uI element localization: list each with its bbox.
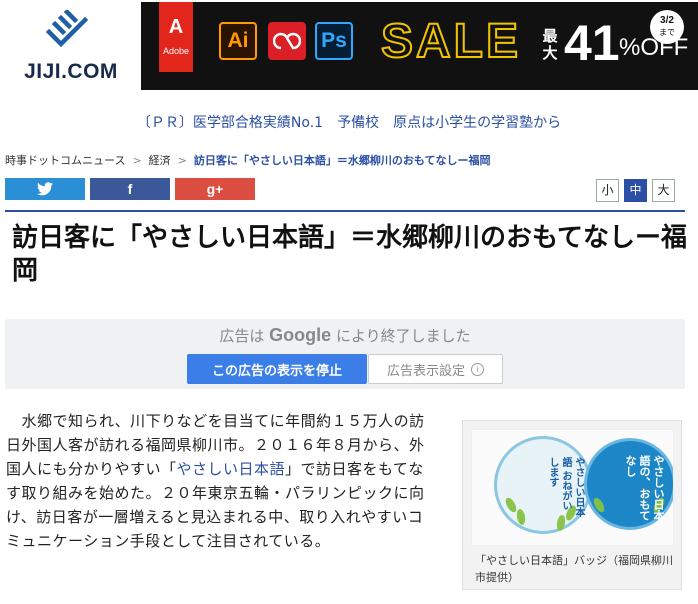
pr-link[interactable]: 〔ＰＲ〕医学部合格実績No.1 予備校 原点は小学生の学習塾から xyxy=(0,112,698,132)
adobe-brand-strip: A Adobe xyxy=(159,2,193,72)
stop-ad-button[interactable]: この広告の表示を停止 xyxy=(187,354,367,384)
font-size-large-button[interactable]: 大 xyxy=(652,179,675,202)
ad-closed-suffix: により終了しました xyxy=(335,327,471,345)
facebook-share-button[interactable]: f xyxy=(90,178,170,200)
font-size-medium-button[interactable]: 中 xyxy=(624,179,647,202)
badge-image-right: やさしい日本語の、おもてなし xyxy=(584,438,673,530)
article-title: 訪日客に「やさしい日本語」＝水郷柳川のおもてなしー福岡 xyxy=(12,223,687,286)
breadcrumb-economy[interactable]: 経済 xyxy=(149,152,171,168)
logo-text: JIJI.COM xyxy=(24,60,118,83)
badge-photo: やさしい日本語 おねがいします やさしい日本語の、おもてなし xyxy=(471,429,674,546)
google-plus-share-button[interactable]: g+ xyxy=(175,178,255,200)
ad-settings-button[interactable]: 広告表示設定 i xyxy=(368,354,503,384)
badge-right-text: やさしい日本語の、おもてなし xyxy=(624,455,665,521)
date-badge-date: 3/2 xyxy=(660,15,674,26)
badge-image-left: やさしい日本語 おねがいします xyxy=(494,436,592,534)
breadcrumb-home[interactable]: 時事ドットコムニュース xyxy=(5,152,125,168)
ad-settings-label: 広告表示設定 xyxy=(386,363,465,379)
article-photo[interactable]: やさしい日本語 おねがいします やさしい日本語の、おもてなし 「やさしい日本語」… xyxy=(462,420,682,590)
ad-closed-message: 広告は Google により終了しました xyxy=(5,325,685,346)
breadcrumb-separator: > xyxy=(132,154,142,167)
jiji-logo-icon xyxy=(45,10,89,48)
adobe-logo-icon: A xyxy=(168,16,184,38)
twitter-share-button[interactable] xyxy=(5,178,85,200)
facebook-icon: f xyxy=(127,181,133,197)
google-wordmark: Google xyxy=(269,325,332,345)
adobe-sale-banner[interactable]: A Adobe Ai Ps SALE 最大 41 %OFF 3/2 まで xyxy=(141,2,698,90)
photoshop-icon: Ps xyxy=(315,22,353,60)
breadcrumb: 時事ドットコムニュース > 経済 > 訪日客に「やさしい日本語」＝水郷柳川のおもてなしー… xyxy=(5,152,490,168)
ad-closed-panel: 広告は Google により終了しました この広告の表示を停止 広告表示設定 i xyxy=(5,319,685,389)
max-label: 最大 xyxy=(542,27,558,62)
illustrator-icon: Ai xyxy=(219,22,257,60)
yasashii-nihongo-link[interactable]: やさしい日本語 xyxy=(177,460,286,478)
article-body: 水郷で知られ、川下りなどを目当てに年間約１５万人の訪日外国人客が訪れる福岡県柳川… xyxy=(6,409,438,553)
photo-caption: 「やさしい日本語」バッジ（福岡県柳川市提供） xyxy=(475,554,673,584)
creative-cloud-icon xyxy=(268,22,306,60)
badge-left-text: やさしい日本語 おねがいします xyxy=(547,457,584,517)
breadcrumb-current: 訪日客に「やさしい日本語」＝水郷柳川のおもてなしー福岡 xyxy=(193,154,491,167)
info-icon: i xyxy=(471,362,484,376)
breadcrumb-separator: > xyxy=(177,154,187,167)
google-plus-icon: g+ xyxy=(206,181,224,197)
font-size-small-button[interactable]: 小 xyxy=(596,179,619,202)
date-badge: 3/2 まで xyxy=(650,10,684,44)
adobe-label: Adobe xyxy=(162,46,190,56)
title-divider xyxy=(5,210,685,212)
sale-text: SALE xyxy=(380,15,522,68)
ad-closed-prefix: 広告は xyxy=(219,327,265,345)
twitter-icon xyxy=(37,182,53,196)
discount-value: 41 xyxy=(564,15,620,71)
date-badge-until: まで xyxy=(659,28,675,37)
site-logo[interactable]: JIJI.COM xyxy=(12,8,130,84)
